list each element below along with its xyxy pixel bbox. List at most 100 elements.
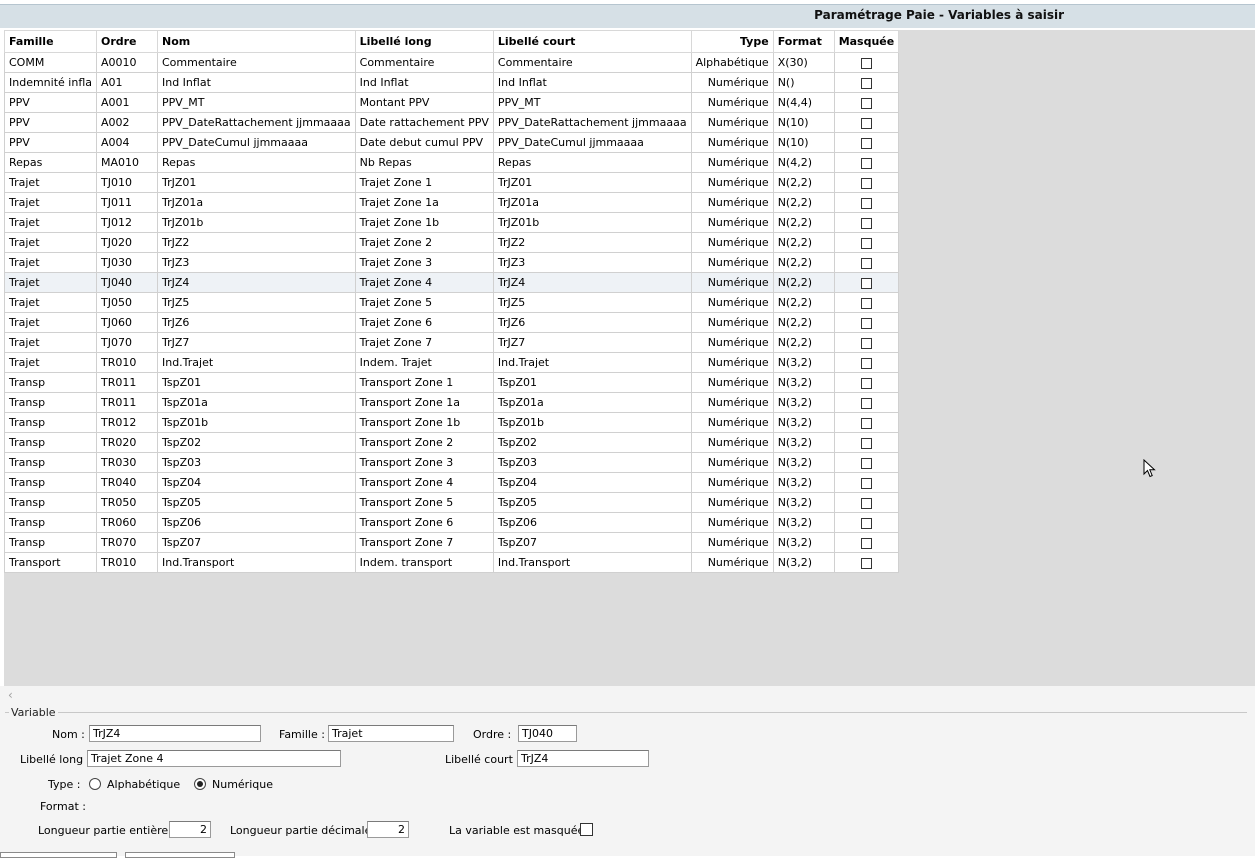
libelle-long-cell[interactable]: Transport Zone 6 (354, 512, 494, 533)
libelle-court-cell[interactable]: TrJZ4 (492, 272, 692, 293)
famille-cell[interactable]: COMM (4, 52, 97, 73)
famille-cell[interactable]: PPV (4, 92, 97, 113)
masquee-checkbox[interactable] (860, 117, 872, 129)
libelle-long-field[interactable]: Trajet Zone 4 (87, 750, 341, 767)
famille-field[interactable]: Trajet (328, 725, 454, 742)
ordre-cell[interactable]: TR060 (95, 512, 158, 533)
libelle-court-cell[interactable]: TrJZ01b (492, 212, 692, 233)
libelle-long-cell[interactable]: Trajet Zone 1b (354, 212, 494, 233)
libelle-court-cell[interactable]: TrJZ6 (492, 312, 692, 333)
type-cell[interactable]: Numérique (690, 212, 774, 233)
type-cell[interactable]: Alphabétique (690, 52, 774, 73)
nom-cell[interactable]: TrJZ7 (156, 332, 356, 353)
column-header-format[interactable]: Format (772, 30, 835, 53)
column-header-famille[interactable]: Famille (4, 30, 97, 53)
libelle-long-cell[interactable]: Trajet Zone 3 (354, 252, 494, 273)
table-row[interactable]: Trajet TJ040 TrJZ4 Trajet Zone 4 TrJZ4 Numéri… (4, 272, 900, 293)
format-cell[interactable]: N(2,2) (772, 172, 835, 193)
masquee-checkbox[interactable] (860, 157, 872, 169)
libelle-court-cell[interactable]: TspZ03 (492, 452, 692, 473)
nom-cell[interactable]: TrJZ6 (156, 312, 356, 333)
format-cell[interactable]: X(30) (772, 52, 835, 73)
famille-cell[interactable]: Trajet (4, 192, 97, 213)
type-cell[interactable]: Numérique (690, 512, 774, 533)
type-cell[interactable]: Numérique (690, 452, 774, 473)
type-cell[interactable]: Numérique (690, 272, 774, 293)
libelle-long-cell[interactable]: Trajet Zone 1 (354, 172, 494, 193)
libelle-long-cell[interactable]: Trajet Zone 7 (354, 332, 494, 353)
nom-cell[interactable]: TspZ01b (156, 412, 356, 433)
famille-cell[interactable]: Transp (4, 472, 97, 493)
famille-cell[interactable]: Transp (4, 492, 97, 513)
type-cell[interactable]: Numérique (690, 292, 774, 313)
column-header-libelle-long[interactable]: Libellé long (354, 30, 494, 53)
nom-cell[interactable]: Commentaire (156, 52, 356, 73)
column-header-nom[interactable]: Nom (156, 30, 356, 53)
ordre-cell[interactable]: TR011 (95, 392, 158, 413)
masquee-checkbox[interactable] (860, 337, 872, 349)
type-cell[interactable]: Numérique (690, 472, 774, 493)
nom-cell[interactable]: PPV_DateCumul jjmmaaaa (156, 132, 356, 153)
libelle-court-cell[interactable]: TspZ01a (492, 392, 692, 413)
ordre-cell[interactable]: TJ030 (95, 252, 158, 273)
format-cell[interactable]: N(10) (772, 132, 835, 153)
table-row[interactable]: Transp TR011 TspZ01 Transport Zone 1 TspZ01 N… (4, 372, 900, 393)
ordre-cell[interactable]: TJ060 (95, 312, 158, 333)
type-cell[interactable]: Numérique (690, 152, 774, 173)
type-cell[interactable]: Numérique (690, 372, 774, 393)
longueur-decimale-field[interactable]: 2 (367, 821, 409, 838)
nom-cell[interactable]: Ind.Trajet (156, 352, 356, 373)
libelle-long-cell[interactable]: Transport Zone 2 (354, 432, 494, 453)
masquee-checkbox[interactable] (860, 237, 872, 249)
masquee-checkbox[interactable] (860, 297, 872, 309)
ordre-cell[interactable]: TJ011 (95, 192, 158, 213)
column-header-type[interactable]: Type (690, 30, 774, 53)
libelle-long-cell[interactable]: Transport Zone 4 (354, 472, 494, 493)
table-row[interactable]: Transp TR030 TspZ03 Transport Zone 3 TspZ03 N… (4, 452, 900, 473)
table-row[interactable]: Trajet TJ050 TrJZ5 Trajet Zone 5 TrJZ5 Numéri… (4, 292, 900, 313)
libelle-court-cell[interactable]: PPV_DateCumul jjmmaaaa (492, 132, 692, 153)
format-cell[interactable]: N(3,2) (772, 432, 835, 453)
format-cell[interactable]: N(2,2) (772, 192, 835, 213)
famille-cell[interactable]: Transp (4, 452, 97, 473)
table-row[interactable]: Transp TR040 TspZ04 Transport Zone 4 TspZ04 N… (4, 472, 900, 493)
table-row[interactable]: Trajet TJ020 TrJZ2 Trajet Zone 2 TrJZ2 Numéri… (4, 232, 900, 253)
nom-field[interactable]: TrJZ4 (89, 725, 261, 742)
masquee-checkbox[interactable] (860, 257, 872, 269)
type-cell[interactable]: Numérique (690, 552, 774, 573)
famille-cell[interactable]: Transp (4, 392, 97, 413)
type-cell[interactable]: Numérique (690, 412, 774, 433)
table-row[interactable]: Transp TR012 TspZ01b Transport Zone 1b TspZ0… (4, 412, 900, 433)
format-cell[interactable]: N(2,2) (772, 272, 835, 293)
nom-cell[interactable]: TspZ04 (156, 472, 356, 493)
libelle-long-cell[interactable]: Ind Inflat (354, 72, 494, 93)
nom-cell[interactable]: TrJZ4 (156, 272, 356, 293)
nom-cell[interactable]: TspZ01a (156, 392, 356, 413)
masquee-checkbox[interactable] (860, 537, 872, 549)
ordre-cell[interactable]: MA010 (95, 152, 158, 173)
libelle-long-cell[interactable]: Transport Zone 1a (354, 392, 494, 413)
format-cell[interactable]: N(2,2) (772, 292, 835, 313)
format-cell[interactable]: N(3,2) (772, 492, 835, 513)
libelle-long-cell[interactable]: Trajet Zone 1a (354, 192, 494, 213)
nom-cell[interactable]: TspZ03 (156, 452, 356, 473)
type-cell[interactable]: Numérique (690, 252, 774, 273)
table-row[interactable]: PPV A002 PPV_DateRattachement jjmmaaaa Date… (4, 112, 900, 133)
libelle-court-cell[interactable]: Ind.Trajet (492, 352, 692, 373)
masquee-checkbox[interactable] (860, 197, 872, 209)
table-row[interactable]: Transp TR060 TspZ06 Transport Zone 6 TspZ06 N… (4, 512, 900, 533)
libelle-long-cell[interactable]: Date rattachement PPV (354, 112, 494, 133)
type-cell[interactable]: Numérique (690, 492, 774, 513)
ordre-cell[interactable]: TR070 (95, 532, 158, 553)
type-cell[interactable]: Numérique (690, 312, 774, 333)
type-cell[interactable]: Numérique (690, 72, 774, 93)
masquee-checkbox[interactable] (860, 437, 872, 449)
ordre-cell[interactable]: TR020 (95, 432, 158, 453)
masquee-checkbox[interactable] (860, 477, 872, 489)
libelle-long-cell[interactable]: Transport Zone 1b (354, 412, 494, 433)
table-row[interactable]: Trajet TJ012 TrJZ01b Trajet Zone 1b TrJZ01b N… (4, 212, 900, 233)
masquee-checkbox[interactable] (860, 217, 872, 229)
table-row[interactable]: Transp TR020 TspZ02 Transport Zone 2 TspZ02 N… (4, 432, 900, 453)
table-row[interactable]: Indemnité infla A01 Ind Inflat Ind Inflat In… (4, 72, 900, 93)
ordre-cell[interactable]: A01 (95, 72, 158, 93)
